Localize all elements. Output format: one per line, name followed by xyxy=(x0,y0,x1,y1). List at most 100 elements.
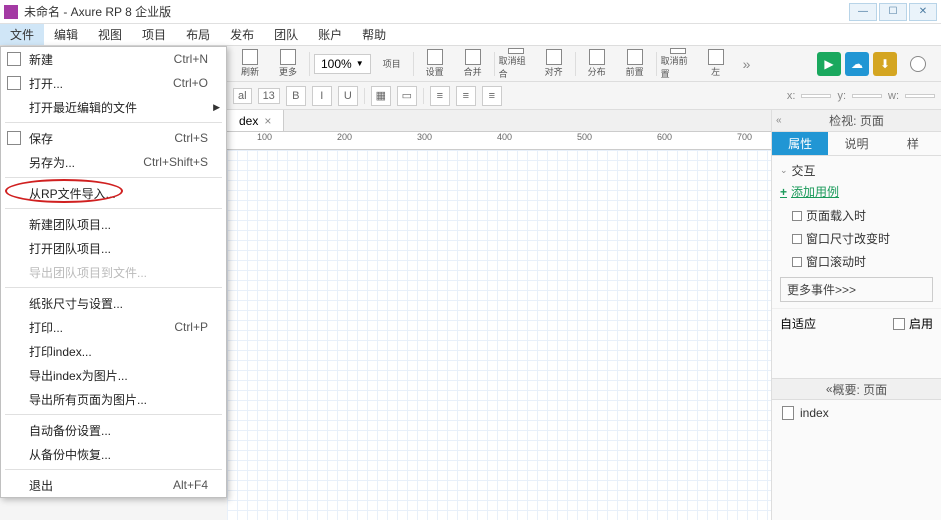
tool-refresh[interactable]: 刷新 xyxy=(233,48,267,80)
ruler-tick: 300 xyxy=(417,132,432,142)
file-menu-item-11: 导出团队项目到文件... xyxy=(1,260,226,284)
menu-item-label: 打开最近编辑的文件 xyxy=(29,99,216,116)
tab-style[interactable]: 样 xyxy=(885,132,941,156)
user-icon[interactable] xyxy=(901,48,935,80)
menu-view[interactable]: 视图 xyxy=(88,24,132,45)
maximize-button[interactable]: ☐ xyxy=(879,3,907,21)
tool-align[interactable]: 分布 xyxy=(580,48,614,80)
tool-unlock[interactable]: 左 xyxy=(699,48,733,80)
w-input[interactable] xyxy=(905,94,935,98)
italic-button[interactable]: I xyxy=(312,86,332,106)
file-menu-item-10[interactable]: 打开团队项目... xyxy=(1,236,226,260)
fill-button[interactable]: ▦ xyxy=(371,86,391,106)
inspector-panel: « 检视: 页面 属性 说明 样 ⌄交互 +添加用例 页面载入时 窗口尺寸改变时… xyxy=(771,110,941,520)
menu-layout[interactable]: 布局 xyxy=(176,24,220,45)
outline-collapse-icon[interactable]: « xyxy=(826,382,833,396)
app-icon xyxy=(4,5,18,19)
tool-bottom[interactable]: 合并 xyxy=(456,48,490,80)
menubar: 文件 编辑 视图 项目 布局 发布 团队 账户 帮助 xyxy=(0,24,941,46)
file-menu-item-13[interactable]: 纸张尺寸与设置... xyxy=(1,291,226,315)
ruler-horizontal: 100200300400500600700 xyxy=(227,132,771,150)
share-button[interactable]: ☁ xyxy=(845,52,869,76)
file-menu-item-1[interactable]: 打开...Ctrl+O xyxy=(1,71,226,95)
ruler-tick: 600 xyxy=(657,132,672,142)
file-menu-item-19[interactable]: 自动备份设置... xyxy=(1,418,226,442)
file-menu-item-14[interactable]: 打印...Ctrl+P xyxy=(1,315,226,339)
tab-close-icon[interactable]: × xyxy=(264,114,271,128)
preview-button[interactable]: ▶ xyxy=(817,52,841,76)
tab-index[interactable]: dex × xyxy=(227,110,284,131)
main-toolbar: 刷新 更多 100%▼ 项目 设置 合并 取消组合 对齐 分布 前置 取消前置 … xyxy=(227,46,941,82)
font-select[interactable]: al xyxy=(233,88,252,104)
menu-item-label: 导出所有页面为图片... xyxy=(29,391,216,408)
tab-notes[interactable]: 说明 xyxy=(828,132,884,156)
inspector-header: « 检视: 页面 xyxy=(772,110,941,132)
file-menu-item-16[interactable]: 导出index为图片... xyxy=(1,363,226,387)
format-toolbar: al 13 B I U ▦ ▭ ≡ ≡ ≡ x: y: w: xyxy=(227,82,941,110)
align-right-button[interactable]: ≡ xyxy=(482,86,502,106)
canvas[interactable] xyxy=(227,150,771,520)
publish-button[interactable]: ⬇ xyxy=(873,52,897,76)
align-left-button[interactable]: ≡ xyxy=(430,86,450,106)
event-window-scroll[interactable]: 窗口滚动时 xyxy=(780,250,933,273)
tool-ungroup[interactable]: 对齐 xyxy=(537,48,571,80)
ruler-tick: 400 xyxy=(497,132,512,142)
menu-edit[interactable]: 编辑 xyxy=(44,24,88,45)
outline-item-index[interactable]: index xyxy=(772,400,941,426)
tab-label: dex xyxy=(239,114,258,128)
file-menu-item-0[interactable]: 新建Ctrl+N xyxy=(1,47,226,71)
minimize-button[interactable]: — xyxy=(849,3,877,21)
menu-item-label: 另存为... xyxy=(29,154,143,171)
menu-item-label: 纸张尺寸与设置... xyxy=(29,295,216,312)
menu-team[interactable]: 团队 xyxy=(264,24,308,45)
file-menu-item-20[interactable]: 从备份中恢复... xyxy=(1,442,226,466)
align-center-button[interactable]: ≡ xyxy=(456,86,476,106)
more-events-button[interactable]: 更多事件>>> xyxy=(780,277,933,302)
file-menu-item-5[interactable]: 另存为...Ctrl+Shift+S xyxy=(1,150,226,174)
bold-button[interactable]: B xyxy=(286,86,306,106)
tool-zoom-label: 项目 xyxy=(375,48,409,80)
tool-group[interactable]: 取消组合 xyxy=(499,48,533,80)
file-menu-item-9[interactable]: 新建团队项目... xyxy=(1,212,226,236)
tool-lock[interactable]: 取消前置 xyxy=(661,48,695,80)
underline-button[interactable]: U xyxy=(338,86,358,106)
add-case-link[interactable]: +添加用例 xyxy=(780,179,933,204)
enable-label: 启用 xyxy=(909,315,933,332)
enable-checkbox[interactable] xyxy=(893,318,905,330)
x-input[interactable] xyxy=(801,94,831,98)
tool-top[interactable]: 设置 xyxy=(418,48,452,80)
zoom-input[interactable]: 100%▼ xyxy=(314,54,371,74)
file-menu-item-17[interactable]: 导出所有页面为图片... xyxy=(1,387,226,411)
event-window-resize[interactable]: 窗口尺寸改变时 xyxy=(780,227,933,250)
menu-project[interactable]: 项目 xyxy=(132,24,176,45)
border-button[interactable]: ▭ xyxy=(397,86,417,106)
event-page-load[interactable]: 页面载入时 xyxy=(780,204,933,227)
tool-more[interactable]: 更多 xyxy=(271,48,305,80)
file-menu-item-15[interactable]: 打印index... xyxy=(1,339,226,363)
fontsize-select[interactable]: 13 xyxy=(258,88,280,104)
menu-item-icon xyxy=(7,131,21,145)
menu-item-shortcut: Ctrl+O xyxy=(173,76,208,90)
y-input[interactable] xyxy=(852,94,882,98)
close-button[interactable]: ✕ xyxy=(909,3,937,21)
menu-item-label: 打印index... xyxy=(29,343,216,360)
y-label: y: xyxy=(837,90,846,102)
menu-publish[interactable]: 发布 xyxy=(220,24,264,45)
file-menu-item-4[interactable]: 保存Ctrl+S xyxy=(1,126,226,150)
interaction-section[interactable]: ⌄交互 xyxy=(780,162,933,179)
file-menu-item-7[interactable]: 从RP文件导入... xyxy=(1,181,226,205)
menu-item-shortcut: Ctrl+P xyxy=(174,320,208,334)
file-menu-item-22[interactable]: 退出Alt+F4 xyxy=(1,473,226,497)
menu-item-label: 退出 xyxy=(29,477,173,494)
adaptive-label: 自适应 xyxy=(780,315,816,332)
tab-properties[interactable]: 属性 xyxy=(772,132,828,156)
menu-item-label: 导出index为图片... xyxy=(29,367,216,384)
menu-file[interactable]: 文件 xyxy=(0,24,44,45)
outline-header: « 概要: 页面 xyxy=(772,378,941,400)
collapse-icon[interactable]: « xyxy=(776,115,782,126)
menu-help[interactable]: 帮助 xyxy=(352,24,396,45)
file-menu-item-2[interactable]: 打开最近编辑的文件▶ xyxy=(1,95,226,119)
menu-account[interactable]: 账户 xyxy=(308,24,352,45)
tool-distribute[interactable]: 前置 xyxy=(618,48,652,80)
toolbar-overflow[interactable]: » xyxy=(737,56,757,72)
